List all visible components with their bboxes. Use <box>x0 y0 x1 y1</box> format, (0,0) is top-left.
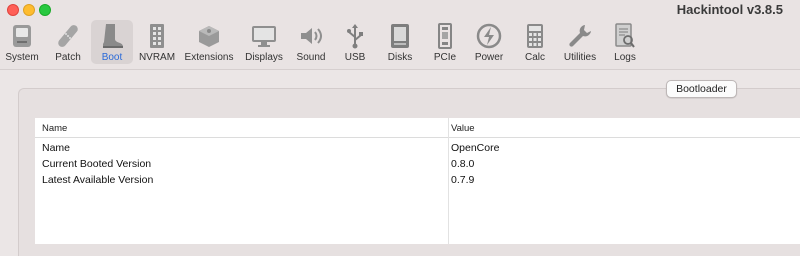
calc-icon <box>521 22 549 50</box>
toolbar-item-pcie[interactable]: PCIe <box>428 20 462 64</box>
table-row[interactable]: Current Booted Version 0.8.0 <box>35 156 800 172</box>
toolbar-item-utilities[interactable]: Utilities <box>559 20 601 64</box>
window-minimize-button[interactable] <box>23 4 35 16</box>
displays-icon <box>250 22 278 50</box>
toolbar-item-calc[interactable]: Calc <box>520 20 550 64</box>
row-name: Latest Available Version <box>42 174 154 186</box>
disks-icon <box>386 22 414 50</box>
row-value: OpenCore <box>451 142 500 154</box>
sound-icon <box>297 22 325 50</box>
row-value: 0.8.0 <box>451 158 475 170</box>
toolbar-item-logs[interactable]: Logs <box>610 20 640 64</box>
toolbar-item-patch[interactable]: Patch <box>50 20 86 64</box>
toolbar-item-system[interactable]: System <box>3 20 41 64</box>
column-header-name[interactable]: Name <box>42 123 67 134</box>
bootloader-table: Name Value Name OpenCore Current Booted … <box>35 118 800 244</box>
row-value: 0.7.9 <box>451 174 475 186</box>
toolbar-item-disks[interactable]: Disks <box>384 20 416 64</box>
table-header: Name Value <box>35 118 800 138</box>
patch-icon <box>54 22 82 50</box>
logs-icon <box>611 22 639 50</box>
window-zoom-button[interactable] <box>39 4 51 16</box>
toolbar-item-usb[interactable]: USB <box>340 20 370 64</box>
toolbar-item-extensions[interactable]: Extensions <box>184 20 234 64</box>
usb-icon <box>341 22 369 50</box>
toolbar-item-boot[interactable]: Boot <box>91 20 133 64</box>
table-row[interactable]: Latest Available Version 0.7.9 <box>35 172 800 188</box>
utilities-icon <box>566 22 594 50</box>
system-icon <box>8 22 36 50</box>
window-close-button[interactable] <box>7 4 19 16</box>
table-row[interactable]: Name OpenCore <box>35 140 800 156</box>
toolbar-item-nvram[interactable]: NVRAM <box>137 20 177 64</box>
power-icon <box>475 22 503 50</box>
window-title: Hackintool v3.8.5 <box>676 2 783 17</box>
toolbar-item-displays[interactable]: Displays <box>243 20 285 64</box>
toolbar-item-sound[interactable]: Sound <box>293 20 329 64</box>
boot-icon <box>98 22 126 50</box>
pcie-icon <box>431 22 459 50</box>
column-header-value[interactable]: Value <box>451 123 475 134</box>
extensions-icon <box>195 22 223 50</box>
toolbar: Hackintool v3.8.5 System Patch Boot NVRA… <box>0 0 800 70</box>
row-name: Current Booted Version <box>42 158 152 170</box>
row-name: Name <box>42 142 71 154</box>
toolbar-item-power[interactable]: Power <box>472 20 506 64</box>
bootloader-tab[interactable]: Bootloader <box>666 80 737 98</box>
nvram-icon <box>143 22 171 50</box>
